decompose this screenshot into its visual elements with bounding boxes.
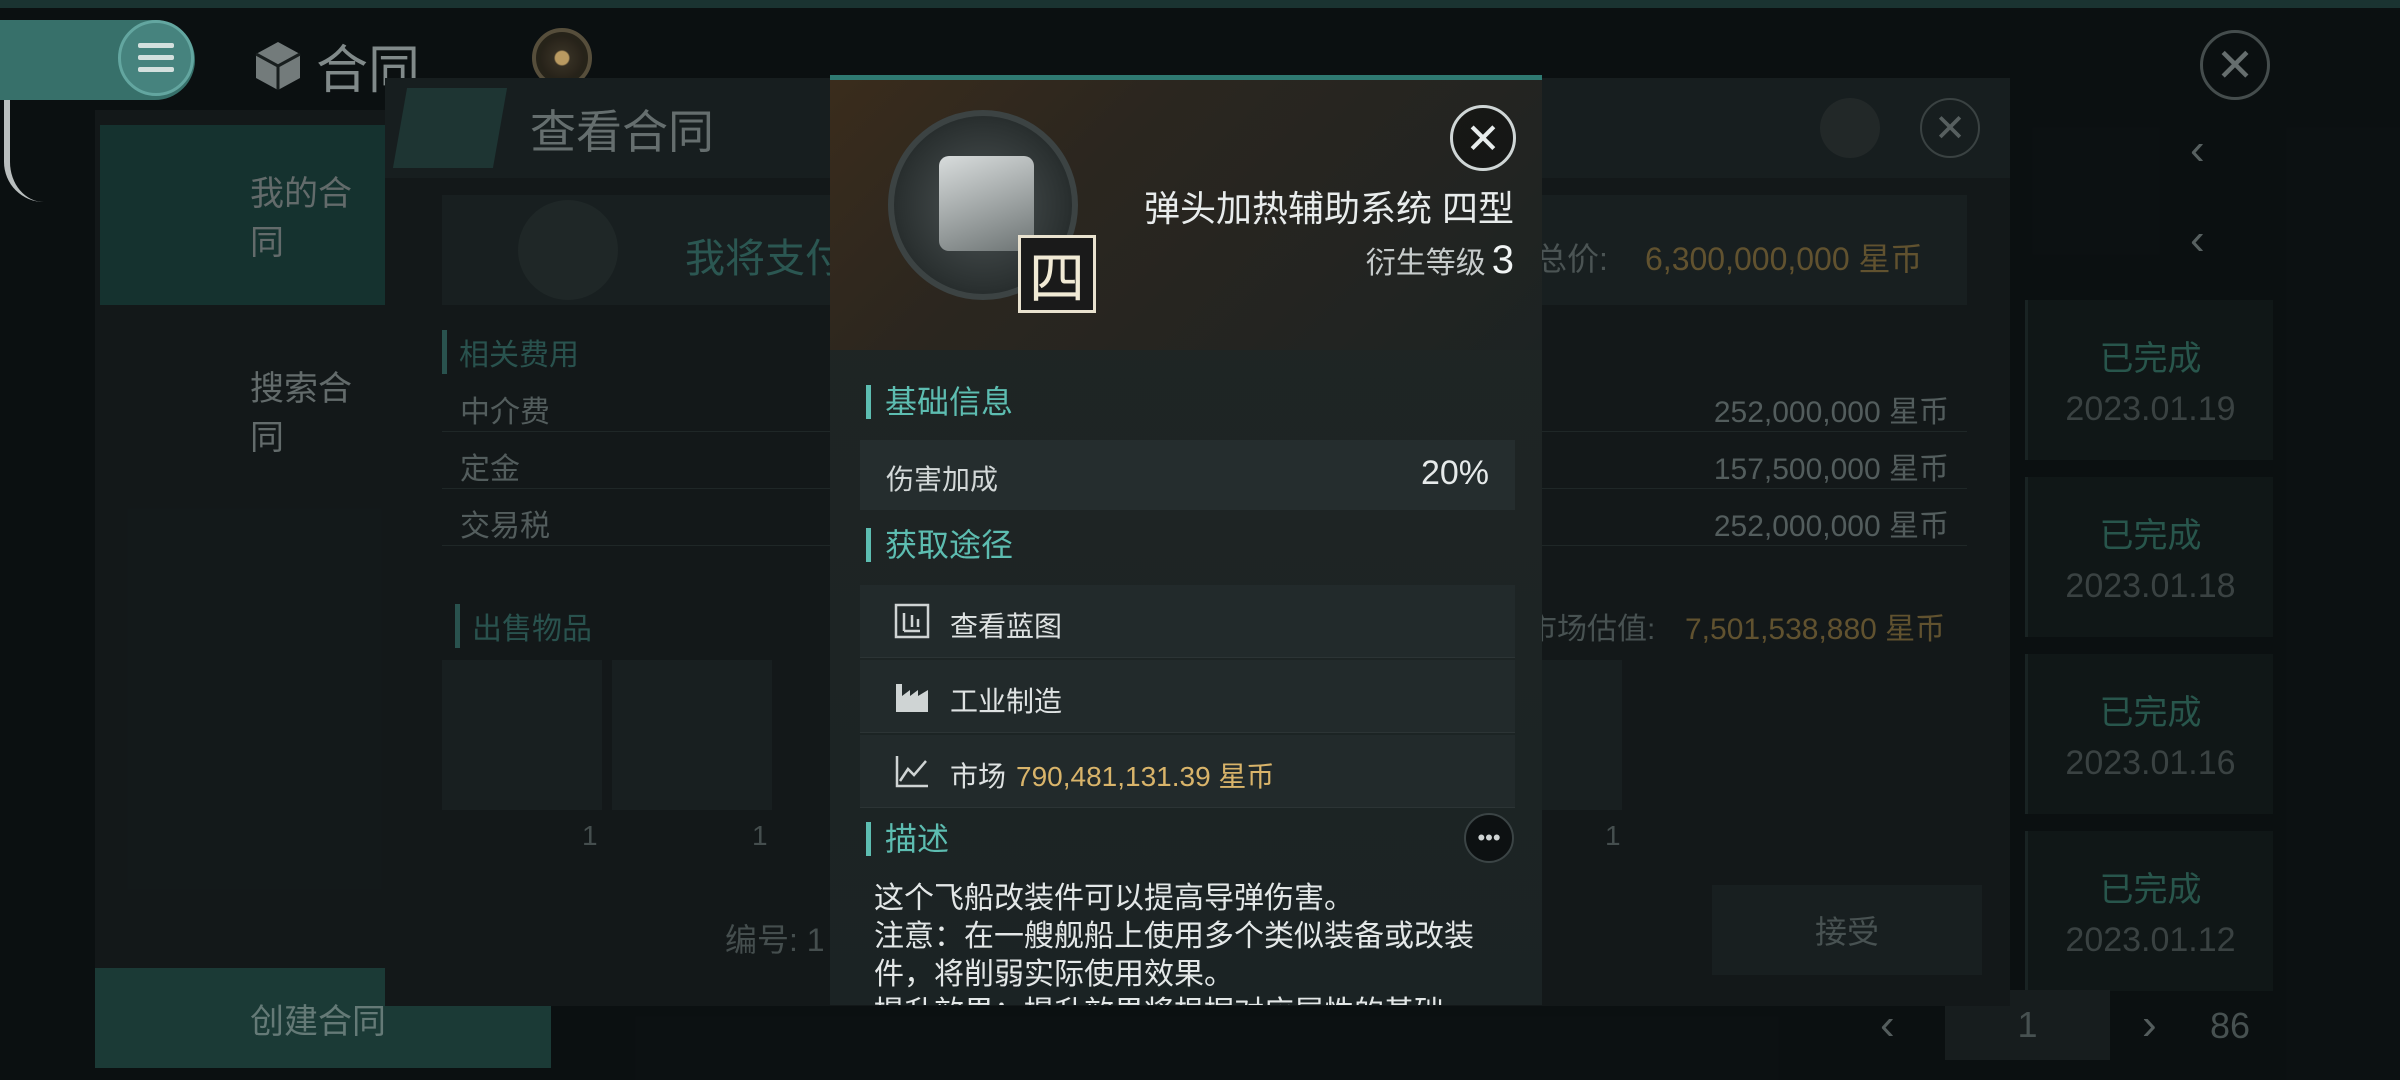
item-grade-badge: 四 bbox=[1018, 235, 1096, 313]
item-level: 衍生等级 3 bbox=[1365, 238, 1514, 282]
view-blueprint-link[interactable]: 查看蓝图 bbox=[860, 585, 1515, 658]
stat-row: 伤害加成 20% bbox=[860, 440, 1515, 510]
factory-icon bbox=[896, 684, 928, 712]
basic-info-title: 基础信息 bbox=[866, 385, 1013, 419]
description-title: 描述 bbox=[866, 822, 949, 856]
source-title: 获取途径 bbox=[866, 528, 1013, 562]
market-link[interactable]: 市场 790,481,131.39 星币 bbox=[860, 735, 1515, 808]
more-options-icon[interactable]: ••• bbox=[1464, 813, 1514, 863]
item-name: 弹头加热辅助系统 四型 bbox=[1143, 188, 1514, 229]
blueprint-icon bbox=[894, 603, 930, 639]
description-text: 这个飞船改装件可以提高导弹伤害。 注意：在一艘舰船上使用多个类似装备或改装件，将… bbox=[874, 882, 1474, 1005]
item-detail-modal: 四 ✕ 弹头加热辅助系统 四型 衍生等级 3 基础信息 伤害加成 20% 获取途径… bbox=[830, 75, 1542, 1005]
market-chart-icon bbox=[895, 756, 928, 788]
market-price: 790,481,131.39 星币 bbox=[1016, 761, 1275, 792]
industry-link[interactable]: 工业制造 bbox=[860, 660, 1515, 733]
close-icon[interactable]: ✕ bbox=[1450, 105, 1516, 171]
